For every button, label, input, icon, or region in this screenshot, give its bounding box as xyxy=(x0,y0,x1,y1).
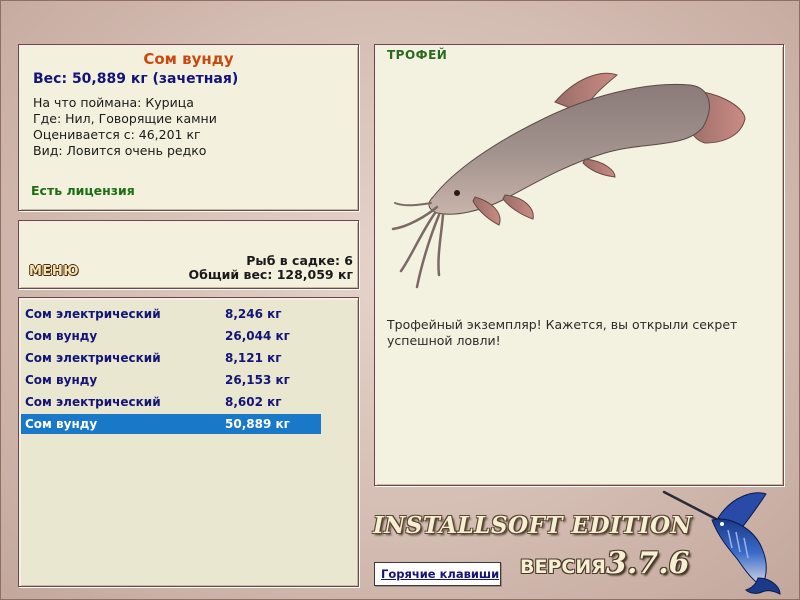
list-item[interactable]: Сом вунду 26,153 кг xyxy=(21,370,321,390)
catch-weight: 8,246 кг xyxy=(225,307,282,321)
catch-weight: 26,153 кг xyxy=(225,373,290,387)
catfish-icon xyxy=(391,72,746,289)
trophy-panel: ТРОФЕЙ Трофейный экземпляр! Кажется, вы … xyxy=(374,44,784,486)
catch-weight: 26,044 кг xyxy=(225,329,290,343)
fish-name: Сом вунду xyxy=(143,50,234,68)
catch-name: Сом вунду xyxy=(25,417,98,431)
location-line: Где: Нил, Говорящие камни xyxy=(33,111,217,126)
menu-button[interactable]: МЕНЮ xyxy=(29,264,79,279)
keep-count: Рыб в садке: 6 xyxy=(246,253,353,268)
version-label: ВЕРСИЯ xyxy=(520,556,606,578)
catch-name: Сом вунду xyxy=(25,373,98,387)
hotkeys-label: Горячие клавиши xyxy=(381,567,500,581)
catch-weight: 8,121 кг xyxy=(225,351,282,365)
trophy-text: Трофейный экземпляр! Кажется, вы открыли… xyxy=(387,317,738,348)
catch-list: Сом электрический 8,246 кг Сом вунду 26,… xyxy=(18,297,359,587)
estimated-line: Оценивается с: 46,201 кг xyxy=(33,127,201,142)
list-item[interactable]: Сом вунду 26,044 кг xyxy=(21,326,321,346)
catch-name: Сом электрический xyxy=(25,351,161,365)
marlin-icon xyxy=(662,490,781,595)
list-item-selected[interactable]: Сом вунду 50,889 кг xyxy=(21,414,321,434)
fish-info-panel: Сом вунду Вес: 50,889 кг (зачетная) На ч… xyxy=(18,44,359,211)
catch-name: Сом электрический xyxy=(25,307,161,321)
catch-name: Сом вунду xyxy=(25,329,98,343)
rarity-line: Вид: Ловится очень редко xyxy=(33,143,207,158)
hotkeys-button[interactable]: Горячие клавиши xyxy=(374,562,501,586)
bait-line: На что поймана: Курица xyxy=(33,95,194,110)
edition-logo-text: INSTALLSOFT EDITION xyxy=(373,512,693,539)
catch-name: Сом электрический xyxy=(25,395,161,409)
license-status: Есть лицензия xyxy=(31,183,135,198)
list-item[interactable]: Сом электрический 8,246 кг xyxy=(21,304,321,324)
list-item[interactable]: Сом электрический 8,121 кг xyxy=(21,348,321,368)
catch-weight: 50,889 кг xyxy=(225,417,290,431)
total-weight: Общий вес: 128,059 кг xyxy=(188,267,354,282)
menu-panel: МЕНЮ Рыб в садке: 6 Общий вес: 128,059 к… xyxy=(18,220,359,289)
catch-weight: 8,602 кг xyxy=(225,395,282,409)
list-item[interactable]: Сом электрический 8,602 кг xyxy=(21,392,321,412)
fish-weight: Вес: 50,889 кг (зачетная) xyxy=(33,71,239,87)
